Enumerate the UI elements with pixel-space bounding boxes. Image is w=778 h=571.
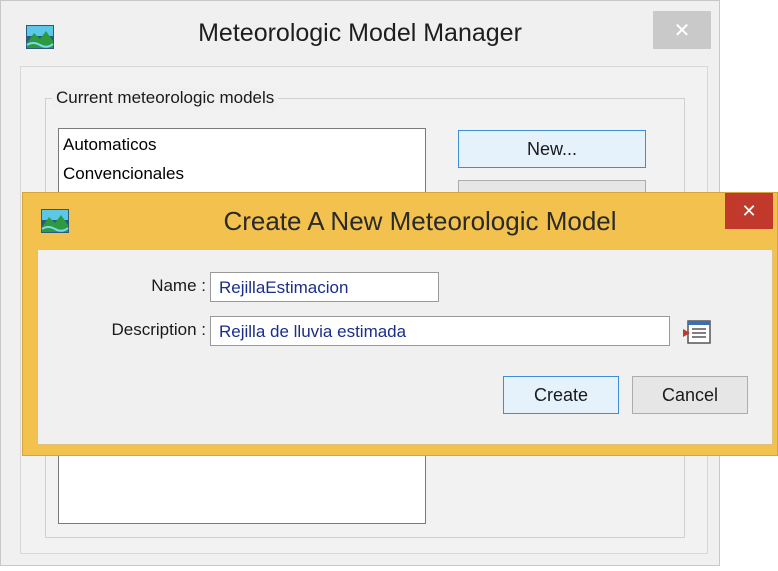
list-item[interactable]: Convencionales: [63, 164, 184, 184]
models-group-label: Current meteorologic models: [52, 88, 279, 108]
description-label: Description :: [111, 320, 206, 339]
document-edit-icon[interactable]: [682, 318, 716, 346]
manager-close-button[interactable]: ✕: [653, 11, 711, 49]
name-label: Name :: [151, 276, 206, 295]
dialog-close-button[interactable]: ✕: [725, 193, 773, 229]
new-model-button[interactable]: New...: [458, 130, 646, 168]
list-item[interactable]: Automaticos: [63, 135, 157, 155]
description-input[interactable]: Rejilla de lluvia estimada: [210, 316, 670, 346]
manager-title: Meteorologic Model Manager: [198, 18, 522, 47]
cancel-button[interactable]: Cancel: [632, 376, 748, 414]
create-button[interactable]: Create: [503, 376, 619, 414]
name-input[interactable]: RejillaEstimacion: [210, 272, 439, 302]
dialog-title: Create A New Meteorologic Model: [223, 205, 617, 236]
